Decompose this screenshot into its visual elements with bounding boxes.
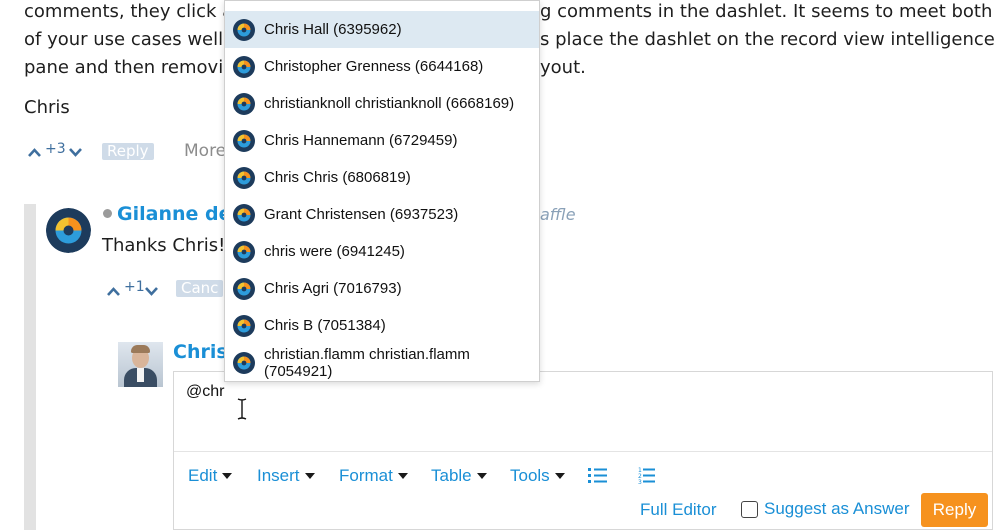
presence-dot [103,209,112,218]
logo-avatar-icon [233,203,255,226]
logo-avatar-icon [233,92,255,115]
post-reply-button[interactable]: Reply [102,143,154,160]
post-line-2-right: s place the dashlet on the record view i… [540,29,995,50]
mention-option-label: Chris Chris (6806819) [264,169,411,186]
post-signature: Chris [24,97,70,118]
post-line-1-right: g comments in the dashlet. It seems to m… [540,1,993,22]
post-vote-count: +3 [45,141,66,157]
caret-down-icon [554,473,565,479]
logo-avatar-icon [46,208,91,253]
mention-option-label: Grant Christensen (6937523) [264,206,459,223]
mention-option[interactable]: chris were (6941245) [225,233,539,270]
logo-avatar-icon [233,314,255,337]
logo-avatar-icon [233,55,255,78]
bullet-list-icon[interactable] [588,467,607,484]
mention-option[interactable]: Chris Chris (6806819) [225,159,539,196]
caret-down-icon [222,473,233,479]
chevron-down-icon[interactable] [68,146,83,158]
comment-cancel-button[interactable]: Canc [176,280,224,297]
suggest-as-answer[interactable]: Suggest as Answer [741,499,910,519]
svg-text:3: 3 [638,479,642,485]
mention-option-label: christian.flamm christian.flamm (7054921… [264,345,470,380]
mention-option[interactable]: Christopher Grenness (6644168) [225,48,539,85]
caret-down-icon [304,473,315,479]
suggest-answer-label: Suggest as Answer [764,499,910,518]
mention-option[interactable]: christian.flamm christian.flamm (7054921… [225,344,539,381]
toolbar-tools-menu[interactable]: Tools [510,466,565,486]
post-line-3-left: pane and then removi [24,57,224,78]
mention-option[interactable]: Chris Hannemann (6729459) [225,122,539,159]
comment-author[interactable]: Gilanne del [117,203,238,225]
post-more-link[interactable]: More [184,141,226,161]
mention-option[interactable]: christianknoll christianknoll (6668169) [225,85,539,122]
mention-option-label: christianknoll christianknoll (6668169) [264,95,515,112]
mention-option-label: Chris Hannemann (6729459) [264,132,458,149]
reply-author-avatar [118,342,163,387]
reply-editor-input[interactable]: @chr [186,383,224,401]
comment-text: Thanks Chris! [102,235,226,256]
chevron-down-icon[interactable] [144,285,159,297]
caret-down-icon [476,473,487,479]
logo-avatar-icon [233,351,255,374]
mention-option[interactable]: Chris B (7051384) [225,307,539,344]
toolbar-format-menu[interactable]: Format [339,466,408,486]
mention-option-label: Christopher Grenness (6644168) [264,58,484,75]
mention-option[interactable]: Grant Christensen (6937523) [225,196,539,233]
post-line-1-left: comments, they click a [24,1,234,22]
logo-avatar-icon [233,129,255,152]
toolbar-table-menu[interactable]: Table [431,466,487,486]
chevron-up-icon[interactable] [106,285,121,297]
mention-option-label: Chris B (7051384) [264,317,386,334]
toolbar-format-label: Format [339,466,393,485]
thread-indent-bar [24,204,36,530]
toolbar-edit-label: Edit [188,466,218,485]
mention-autocomplete-dropdown[interactable]: Chris Hall (6395962) Christopher Grenness… [224,0,540,382]
reply-author-name[interactable]: Chris [173,341,228,363]
full-editor-link[interactable]: Full Editor [640,500,717,520]
logo-avatar-icon [233,18,255,41]
text-cursor-icon [237,398,247,420]
toolbar-table-label: Table [431,466,472,485]
comment-meta: affle [540,205,576,224]
toolbar-edit-menu[interactable]: Edit [188,466,233,486]
logo-avatar-icon [233,166,255,189]
toolbar-insert-label: Insert [257,466,300,485]
editor-toolbar-divider [174,451,992,452]
toolbar-tools-label: Tools [510,466,550,485]
toolbar-insert-menu[interactable]: Insert [257,466,315,486]
logo-avatar-icon [233,277,255,300]
post-line-3-right: yout. [540,57,586,78]
comment-vote-count: +1 [124,279,145,295]
mention-option-label: Chris Hall (6395962) [264,21,402,38]
numbered-list-icon[interactable]: 1 2 3 [638,466,655,485]
mention-option[interactable]: Chris Agri (7016793) [225,270,539,307]
mention-option-label: chris were (6941245) [264,243,405,260]
suggest-answer-checkbox[interactable] [741,500,758,518]
mention-option-label: Chris Agri (7016793) [264,280,402,297]
reply-submit-button[interactable]: Reply [921,493,988,527]
chevron-up-icon[interactable] [27,146,42,158]
caret-down-icon [397,473,408,479]
post-line-2-left: of your use cases well [24,29,224,50]
logo-avatar-icon [233,240,255,263]
mention-option[interactable]: Chris Hall (6395962) [225,11,539,48]
